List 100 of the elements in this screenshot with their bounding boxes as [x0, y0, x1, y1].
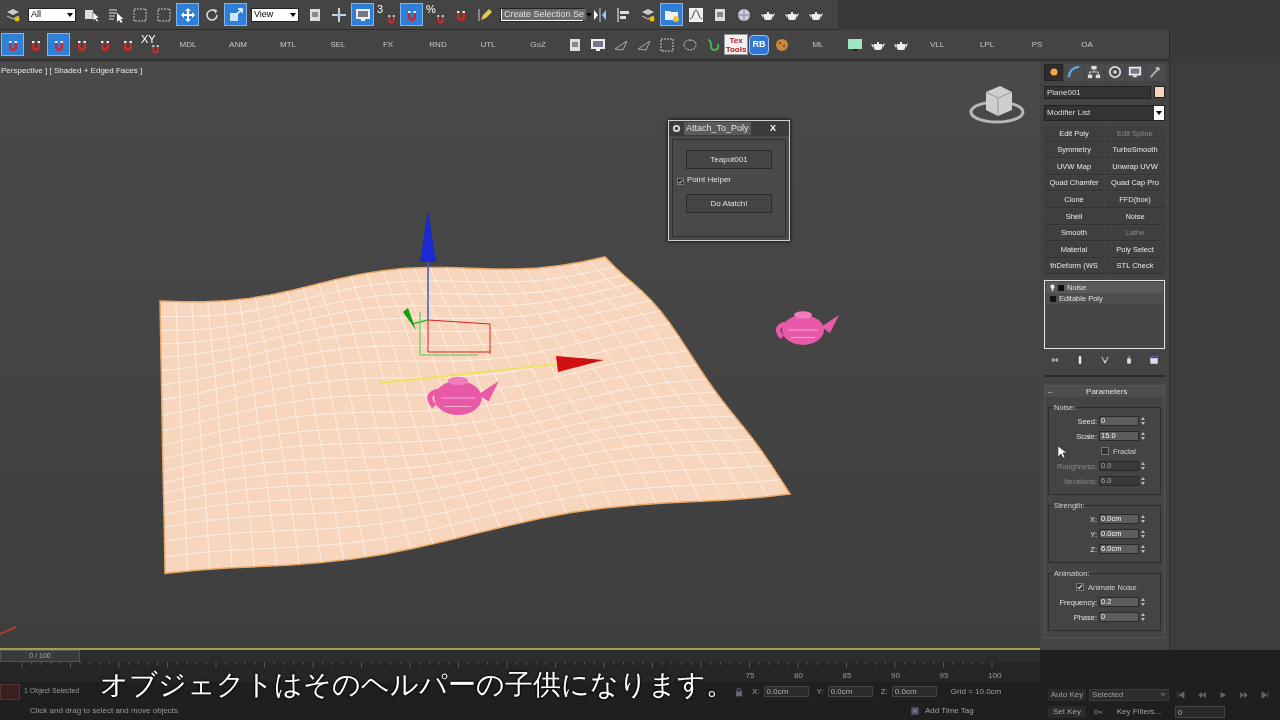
color-swatch[interactable]: [1154, 86, 1165, 98]
toolbar-button[interactable]: FX: [363, 33, 413, 56]
toolbar-button[interactable]: UTL: [463, 33, 513, 56]
object-name-field[interactable]: Plane001: [1044, 85, 1151, 99]
panel-tab[interactable]: [1044, 63, 1064, 81]
magnet-button[interactable]: [47, 33, 70, 56]
crosshair-icon: [330, 6, 347, 23]
app-icon: [672, 124, 681, 133]
scale-button[interactable]: [224, 3, 247, 26]
spinner-arrows-icon[interactable]: [1140, 476, 1146, 487]
viewcube-drawing[interactable]: [969, 86, 1025, 124]
toolbar-button[interactable]: PS: [1012, 33, 1062, 56]
bulb-icon: [1050, 284, 1055, 292]
checkbox[interactable]: [1101, 447, 1109, 456]
coordinate-field[interactable]: 0.0cm: [827, 686, 873, 697]
snap-toggle[interactable]: %: [424, 3, 448, 26]
prompt-text: Click and drag to select and move objects: [30, 704, 180, 717]
caret-icon: [67, 12, 73, 17]
coordinate-field[interactable]: 0.0cm: [763, 686, 809, 697]
hammer-icon: [1148, 65, 1163, 79]
next-icon: [1239, 689, 1249, 700]
checkbox[interactable]: [677, 178, 684, 185]
config-icon: [1149, 355, 1159, 366]
spinner-arrows-icon[interactable]: [1140, 597, 1146, 608]
spinner-arrows-icon[interactable]: [1140, 461, 1146, 472]
dropdown[interactable]: All: [28, 7, 76, 22]
set-key-button[interactable]: Set Key: [1048, 705, 1086, 718]
text-icon-button[interactable]: RB: [749, 34, 769, 55]
snap-toggle[interactable]: XY: [139, 33, 163, 56]
panel-tab[interactable]: [1064, 63, 1084, 81]
rotate-icon: [203, 6, 220, 23]
move-gizmo[interactable]: [379, 210, 604, 384]
key-filters-button[interactable]: Key Filters...: [1110, 705, 1168, 718]
monitor-icon: [1128, 65, 1143, 79]
panel-tab[interactable]: [1084, 63, 1105, 81]
toolbar-button[interactable]: MDL: [163, 33, 213, 56]
toolbar-button[interactable]: ANM: [213, 33, 263, 56]
monitor-button[interactable]: [351, 3, 374, 26]
spinner-arrows-icon[interactable]: [1140, 514, 1146, 525]
toolbar-button[interactable]: VLL: [912, 33, 962, 56]
auto-key-button[interactable]: Auto Key: [1048, 688, 1086, 701]
checkbox[interactable]: [1076, 583, 1084, 592]
mirror-icon: [591, 6, 608, 23]
monitor-icon: [589, 36, 606, 53]
tag-icon: [910, 705, 920, 716]
coordinate-label: X:: [752, 685, 760, 698]
panel-tab[interactable]: [1125, 63, 1145, 81]
toolbar-button[interactable]: RND: [413, 33, 463, 56]
toolbar-button[interactable]: OA: [1062, 33, 1112, 56]
spinner-arrows-icon[interactable]: [1140, 544, 1146, 555]
ruler-label: 75: [745, 670, 755, 682]
pen-icon: [476, 6, 493, 23]
attach-button[interactable]: Do Atatch!: [686, 194, 772, 213]
lasso-icon: [681, 36, 698, 53]
coordinate-field[interactable]: 0.0cm: [891, 686, 937, 697]
dashed-rectangle-icon: [131, 6, 148, 23]
text-icon-button[interactable]: Tex Tools: [724, 34, 748, 55]
move-button[interactable]: [176, 3, 199, 26]
panel-tab[interactable]: [1145, 63, 1166, 81]
ruler-label: 85: [842, 670, 852, 682]
screen-icon: [846, 36, 863, 53]
viewport[interactable]: Perspective ] [ Shaded + Edged Faces ] Attach_To_Poly X Teapot001 Point Helper Do Atatch!: [0, 62, 1040, 650]
ruler-label: 100: [988, 670, 1002, 682]
magnet-button[interactable]: [1, 33, 24, 56]
key-mode-dropdown[interactable]: Selected: [1089, 688, 1169, 701]
hierarchy-icon: [1087, 65, 1102, 79]
spinner-arrows-icon[interactable]: [1140, 529, 1146, 540]
scale-icon: [227, 6, 244, 23]
modifier-list-dropdown[interactable]: Modifier List: [1044, 105, 1165, 121]
go-to-end-icon: [1260, 689, 1270, 700]
toolbar-button[interactable]: GoZ: [513, 33, 563, 56]
teapot[interactable]: [776, 311, 839, 345]
layers-icon: [4, 6, 21, 23]
time-tag-text[interactable]: Add Time Tag: [925, 704, 974, 717]
teapot[interactable]: [427, 376, 499, 415]
spinner-arrows-icon[interactable]: [1140, 416, 1146, 427]
coordinate-label: Z:: [880, 685, 888, 698]
spinner-arrows-icon[interactable]: [1140, 612, 1146, 623]
layers-icon: [639, 6, 656, 23]
spinner-arrows-icon[interactable]: [1140, 431, 1146, 442]
dropdown[interactable]: View: [251, 7, 299, 22]
toolbar-button[interactable]: SEL: [313, 33, 363, 56]
toolbar-button[interactable]: ML: [793, 33, 843, 56]
panel-tab[interactable]: [1105, 63, 1125, 81]
frame-field[interactable]: 0: [1175, 705, 1225, 718]
close-button[interactable]: X: [770, 121, 776, 136]
magnet-button[interactable]: [400, 3, 423, 26]
caret-icon: [290, 12, 296, 17]
wavy-plane[interactable]: [159, 256, 791, 575]
toolbar-button[interactable]: LPL: [962, 33, 1012, 56]
viewport-label[interactable]: Perspective ] [ Shaded + Edged Faces ]: [1, 65, 143, 77]
snap-toggle[interactable]: 3: [375, 3, 399, 26]
rollout-header[interactable]: – Parameters: [1045, 386, 1164, 398]
coordinate-label: Y:: [816, 685, 824, 698]
teapot-pick-button[interactable]: Teapot001: [686, 150, 772, 169]
toolbar-button[interactable]: MTL: [263, 33, 313, 56]
magnet-icon: [434, 12, 447, 25]
caret-icon: [1156, 111, 1162, 115]
folder-button[interactable]: [660, 3, 683, 26]
helper-marker: [0, 626, 17, 635]
